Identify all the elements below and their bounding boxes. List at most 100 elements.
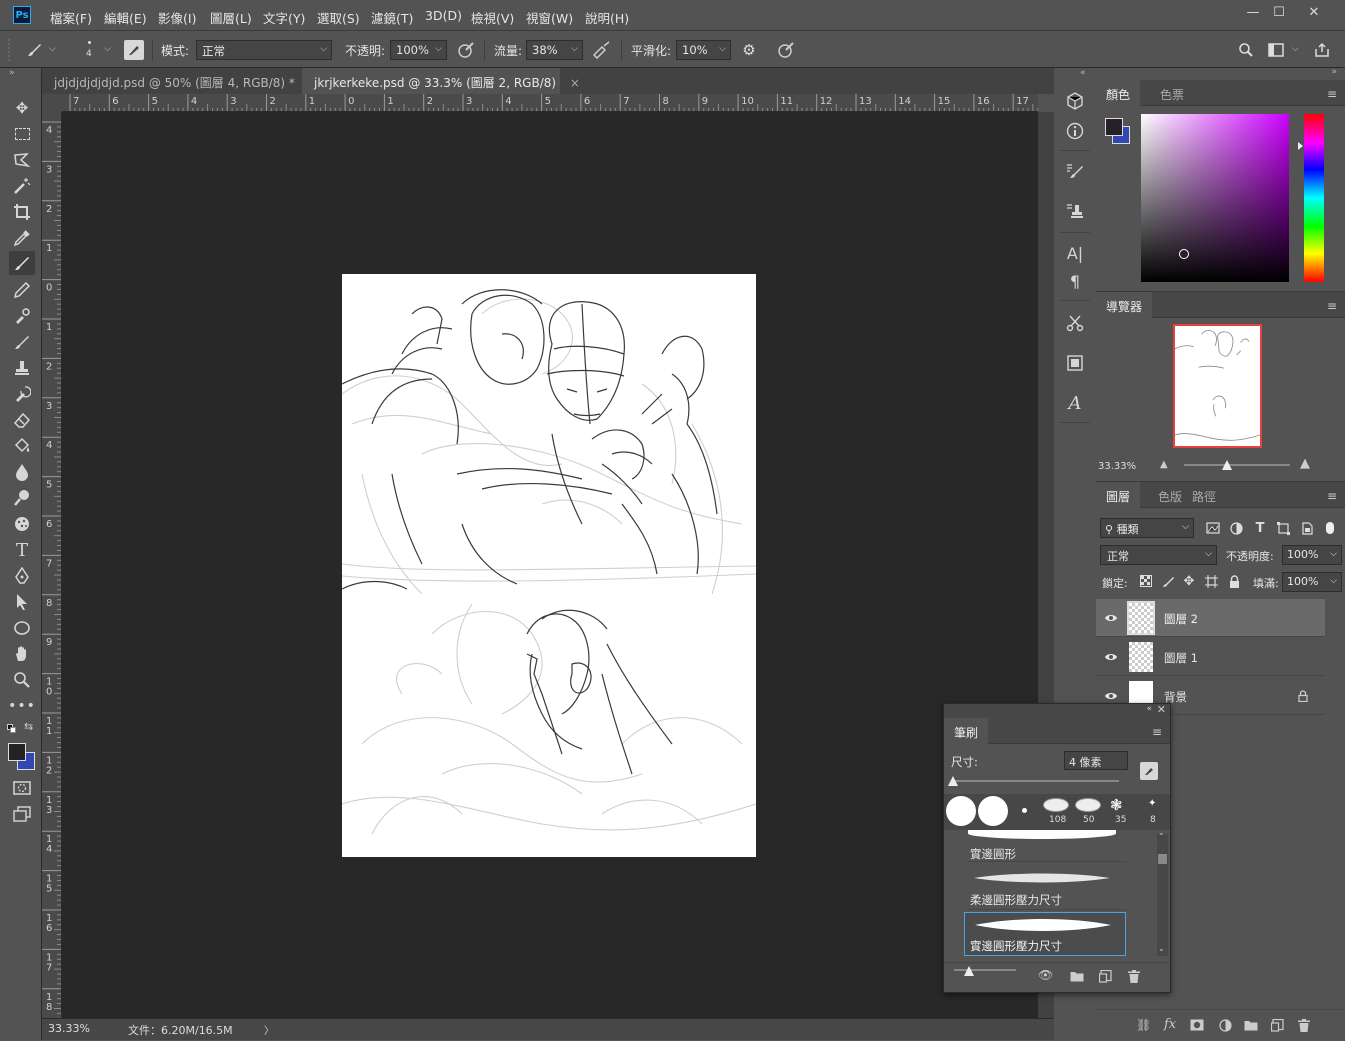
collapse-panel-icon[interactable]: «	[1146, 704, 1152, 714]
scroll-down-icon[interactable]: ⌄	[1158, 944, 1165, 953]
menu-window[interactable]: 視窗(W)	[526, 8, 573, 27]
info-panel-icon[interactable]	[1064, 120, 1086, 142]
filter-pixel-layer-icon[interactable]	[1204, 519, 1222, 537]
color-panel-foreground-swatch[interactable]	[1105, 118, 1123, 136]
panel-menu-icon[interactable]: ≡	[1327, 489, 1337, 503]
tab-paths[interactable]: 路徑	[1182, 482, 1226, 508]
preview-size-slider[interactable]	[954, 966, 1016, 976]
type-tool-icon[interactable]: T	[9, 538, 35, 562]
fx-layer-style-icon[interactable]: fx	[1164, 1017, 1176, 1032]
layer-name[interactable]: 圖層 2	[1164, 611, 1198, 627]
brush-settings-panel-icon[interactable]	[1064, 160, 1086, 182]
brush-tool-preset-icon[interactable]	[24, 40, 44, 60]
ellipse-tool-icon[interactable]	[9, 616, 35, 640]
brush-size-slider-handle[interactable]	[948, 776, 958, 786]
glyphs-panel-icon[interactable]: A	[1064, 392, 1086, 414]
brush-tip-hard-round[interactable]	[946, 796, 976, 826]
document-tab-2[interactable]: jkrjkerkeke.psd @ 33.3% (圖層 2, RGB/8) ×	[302, 68, 580, 94]
menu-edit[interactable]: 編輯(E)	[104, 8, 147, 27]
tab-brushes[interactable]: 筆刷	[944, 718, 989, 744]
menu-file[interactable]: 檔案(F)	[50, 8, 92, 27]
menu-type[interactable]: 文字(Y)	[263, 8, 305, 27]
brush-size-dropdown-arrow[interactable]: ⌵	[104, 44, 111, 54]
scroll-up-icon[interactable]: ⌃	[1158, 832, 1165, 841]
menu-filter[interactable]: 濾鏡(T)	[371, 8, 413, 27]
new-layer-icon[interactable]	[1270, 1018, 1284, 1032]
workspace-icon[interactable]	[1266, 40, 1286, 60]
status-menu-arrow[interactable]: 〉	[264, 1022, 274, 1037]
brush-tool-icon[interactable]	[9, 251, 35, 275]
scroll-thumb[interactable]	[1158, 854, 1167, 864]
brush-list-item[interactable]: 柔邊圓形壓力尺寸	[966, 864, 1126, 910]
filter-smart-object-icon[interactable]	[1298, 519, 1316, 537]
menu-layer[interactable]: 圖層(L)	[210, 8, 252, 27]
crop-tool-icon[interactable]	[9, 200, 35, 224]
preview-size-handle[interactable]	[964, 966, 974, 976]
layer-opacity-field[interactable]: 100% ⌵	[1282, 545, 1342, 565]
brush-list-scrollbar[interactable]: ⌃ ⌄	[1157, 832, 1168, 956]
brush-tip-splatter[interactable]: ❃	[1110, 796, 1130, 814]
move-tool-icon[interactable]: ✥	[9, 96, 35, 120]
character-panel-icon[interactable]: A|	[1064, 242, 1086, 264]
lock-all-icon[interactable]	[1226, 573, 1242, 589]
more-tools-icon[interactable]: •••	[8, 694, 35, 718]
brush-size-picker[interactable]: 4	[78, 39, 102, 63]
delete-brush-icon[interactable]	[1127, 969, 1141, 983]
smoothing-options-gear-icon[interactable]: ⚙	[739, 40, 759, 60]
stamp-tool-icon[interactable]	[9, 356, 35, 380]
blur-tool-icon[interactable]	[9, 460, 35, 484]
layer-filter-toggle[interactable]	[1326, 522, 1334, 534]
navigator-thumbnail[interactable]	[1173, 324, 1262, 448]
navigator-zoom-handle[interactable]	[1222, 460, 1232, 470]
zoom-in-icon[interactable]: ▲	[1300, 456, 1310, 471]
pen-tool-icon[interactable]	[9, 564, 35, 588]
magic-wand-tool-icon[interactable]	[9, 174, 35, 198]
brush-size-field[interactable]: 4 像素	[1064, 751, 1128, 770]
hue-slider-handle[interactable]	[1298, 142, 1303, 150]
lock-artboard-icon[interactable]	[1203, 573, 1219, 589]
new-brush-group-icon[interactable]	[1070, 969, 1084, 983]
hue-slider[interactable]	[1298, 114, 1324, 282]
dodge-tool-icon[interactable]	[9, 486, 35, 510]
zoom-out-icon[interactable]: ▲	[1160, 459, 1168, 470]
clone-source-panel-icon[interactable]	[1064, 200, 1086, 222]
brush-settings-panel-toggle[interactable]	[124, 40, 144, 60]
swap-colors-icon[interactable]: ⇆	[24, 720, 33, 733]
close-window-button[interactable]: ✕	[1297, 0, 1331, 24]
airbrush-icon[interactable]	[591, 40, 613, 60]
paint-bucket-tool-icon[interactable]	[9, 434, 35, 458]
screen-mode-icon[interactable]	[9, 802, 35, 826]
opacity-field[interactable]: 100% ⌵	[390, 40, 447, 60]
zoom-level[interactable]: 33.33%	[48, 1022, 90, 1035]
tab-navigator[interactable]: 導覽器	[1096, 292, 1153, 318]
menu-image[interactable]: 影像(I)	[158, 8, 196, 27]
layer-comps-panel-icon[interactable]	[1064, 352, 1086, 374]
brush-reset-icon[interactable]	[1140, 762, 1158, 780]
marquee-tool-icon[interactable]	[9, 122, 35, 146]
brush-tip-soft[interactable]	[1075, 798, 1101, 812]
navigator-zoom-slider[interactable]	[1184, 460, 1290, 470]
layer-name[interactable]: 圖層 1	[1164, 650, 1198, 666]
brush-tip-star[interactable]: ✦	[1148, 798, 1158, 809]
path-selection-tool-icon[interactable]	[9, 590, 35, 614]
mixer-brush-tool-icon[interactable]	[9, 330, 35, 354]
document-canvas[interactable]	[341, 274, 757, 857]
foreground-color-swatch[interactable]	[8, 743, 26, 761]
close-tab-icon[interactable]: ×	[570, 76, 580, 90]
paragraph-panel-icon[interactable]: ¶	[1064, 270, 1086, 292]
share-icon[interactable]	[1312, 40, 1332, 60]
toggle-brush-preview-icon[interactable]: 👁	[1038, 968, 1053, 982]
brush-size-slider[interactable]	[948, 776, 1119, 786]
filter-shape-layer-icon[interactable]	[1274, 519, 1292, 537]
ruler-origin[interactable]	[42, 94, 62, 112]
new-group-icon[interactable]	[1244, 1018, 1258, 1032]
pressure-size-icon[interactable]	[776, 40, 796, 60]
smoothing-field[interactable]: 10% ⌵	[676, 40, 731, 60]
clone-brush-tool-icon[interactable]	[9, 304, 35, 328]
brush-list-item-selected[interactable]: 實邊圓形壓力尺寸	[964, 912, 1126, 956]
eye-visibility-icon[interactable]	[1102, 649, 1120, 665]
vertical-ruler[interactable]: 43210123456789101112131415161718	[42, 112, 62, 1018]
menu-help[interactable]: 說明(H)	[585, 8, 629, 27]
brush-list-item[interactable]: 實邊圓形	[966, 830, 1126, 862]
brush-tip-round[interactable]	[978, 796, 1008, 826]
